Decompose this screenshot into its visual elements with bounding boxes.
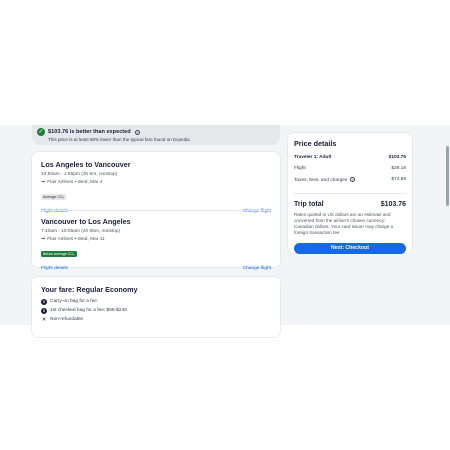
trip-total-value: $103.76 xyxy=(380,200,406,208)
flight-details-link[interactable]: Flight details xyxy=(41,266,68,271)
currency-note: Rates quoted in US dollars are an estima… xyxy=(294,211,394,235)
fare-card: Your fare: Regular Economy $ Carry-on ba… xyxy=(32,277,280,337)
check-circle-icon: ✓ xyxy=(37,128,45,136)
price-details-heading: Price details xyxy=(294,139,337,148)
fare-features: $ Carry-on bag for a fee $ 1st checked b… xyxy=(41,297,127,324)
traveler-row: Traveler 1: Adult $103.76 xyxy=(294,155,406,160)
flight-airline-row: ➞ Flair Airlines • Wed, Mar 11 xyxy=(41,236,271,242)
banner-title: $103.76 is better than expected xyxy=(48,129,131,135)
flight-outbound: Los Angeles to Vancouver 10:50am - 1:55p… xyxy=(41,160,271,214)
banner-subtitle: This price is at least 68% lower than th… xyxy=(48,137,190,142)
info-icon[interactable]: i xyxy=(134,129,140,135)
flight-airline-row: ➞ Flair Airlines • Wed, Mar 4 xyxy=(41,179,271,185)
flight-price-row: Flight $29.18 xyxy=(294,166,406,171)
flights-card: Los Angeles to Vancouver 10:50am - 1:55p… xyxy=(32,152,280,271)
price-details-card: Price details Traveler 1: Adult $103.76 … xyxy=(288,133,412,254)
scrollbar-thumb[interactable] xyxy=(446,146,449,206)
price-divider xyxy=(294,193,406,194)
flight-price-label: Flight xyxy=(294,166,306,171)
airline-arrow-icon: ➞ xyxy=(41,179,46,185)
taxes-row: Taxes, fees, and charges i $74.58 xyxy=(294,177,406,183)
co2-badge: Below average CO₂ xyxy=(41,251,77,257)
fare-title: Your fare: Regular Economy xyxy=(41,285,138,294)
flight-price-value: $29.18 xyxy=(391,166,406,171)
flight-route: Los Angeles to Vancouver xyxy=(41,160,131,169)
checked-bag-icon: $ xyxy=(41,307,47,314)
flight-return: Vancouver to Los Angeles 7:10am - 10:05a… xyxy=(41,217,271,271)
flight-airline: Flair Airlines • Wed, Mar 4 xyxy=(47,179,103,185)
flight-time: 10:50am - 1:55pm (3h 5m, nonstop) xyxy=(41,172,118,177)
fare-feature-text: 1st checked bag for a fee: $58-$240 xyxy=(50,308,127,313)
close-icon: ✕ xyxy=(41,316,47,323)
trip-total-label: Trip total xyxy=(294,200,324,208)
fare-feature: $ Carry-on bag for a fee xyxy=(41,297,127,306)
carry-on-bag-icon: $ xyxy=(41,298,47,305)
flight-airline: Flair Airlines • Wed, Mar 11 xyxy=(47,236,105,242)
info-icon[interactable]: i xyxy=(349,177,355,182)
flight-divider xyxy=(41,210,271,211)
change-flight-link[interactable]: Change flight xyxy=(243,266,271,271)
flight-route: Vancouver to Los Angeles xyxy=(41,217,131,226)
fare-feature-text: Carry-on bag for a fee xyxy=(50,299,97,304)
fare-feature: $ 1st checked bag for a fee: $58-$240 xyxy=(41,306,127,315)
price-insight-banner: ✓ $103.76 is better than expected i This… xyxy=(32,125,280,145)
flight-time: 7:10am - 10:05am (2h 55m, nonstop) xyxy=(41,229,121,234)
airline-arrow-icon: ➞ xyxy=(41,236,46,242)
checkout-button[interactable]: Next: Checkout xyxy=(294,242,406,254)
taxes-label: Taxes, fees, and charges xyxy=(294,178,348,183)
traveler-label: Traveler 1: Adult xyxy=(294,155,332,160)
scrollbar[interactable] xyxy=(446,126,449,324)
flight-links: Flight details Change flight xyxy=(41,266,271,271)
fare-feature-text: Non-refundable xyxy=(50,317,84,322)
fare-feature: ✕ Non-refundable xyxy=(41,315,127,324)
trip-total-row: Trip total $103.76 xyxy=(294,201,406,208)
co2-badge: Average CO₂ xyxy=(41,194,67,200)
traveler-value: $103.76 xyxy=(388,155,406,160)
taxes-value: $74.58 xyxy=(391,177,406,182)
taxes-label-wrap: Taxes, fees, and charges i xyxy=(294,177,355,183)
